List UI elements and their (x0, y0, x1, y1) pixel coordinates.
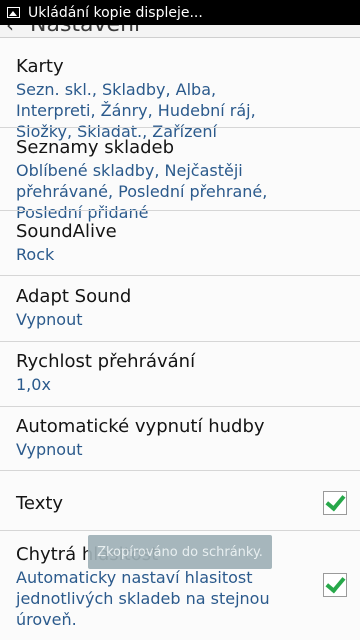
divider (0, 341, 360, 342)
setting-title: SoundAlive (16, 221, 117, 242)
back-arrow-icon[interactable]: ‹ (6, 25, 14, 37)
setting-title: Rychlost přehrávání (16, 351, 196, 372)
setting-value: 1,0x (16, 375, 51, 394)
page-title[interactable]: Nastavení (30, 25, 140, 37)
setting-title: Automatické vypnutí hudby (16, 416, 265, 437)
setting-value: Vypnout (16, 440, 83, 459)
toast-message: Zkopírováno do schránky. (88, 535, 272, 569)
smart-volume-checkbox[interactable] (323, 573, 347, 597)
setting-title: Adapt Sound (16, 286, 132, 307)
divider (0, 470, 360, 471)
setting-value: Sezn. skl., Skladby, Alba, Interpreti, Ž… (16, 80, 256, 141)
setting-playback-speed[interactable]: Rychlost přehrávání 1,0x (0, 350, 360, 395)
setting-adapt-sound[interactable]: Adapt Sound Vypnout (0, 285, 360, 330)
setting-title: Texty (16, 493, 64, 514)
setting-title: Karty (16, 56, 64, 77)
divider (0, 127, 360, 128)
setting-value: Oblíbené skladby, Nejčastěji přehrávané,… (16, 161, 268, 222)
screenshot-icon (7, 7, 20, 18)
setting-value: Automaticky nastaví hlasitost jednotlivý… (16, 568, 270, 629)
divider (0, 530, 360, 531)
lyrics-checkbox[interactable] (323, 491, 347, 515)
setting-lyrics[interactable]: Texty (0, 492, 360, 516)
status-bar: Ukládání kopie displeje... (0, 0, 360, 25)
setting-tabs[interactable]: Karty Sezn. skl., Skladby, Alba, Interpr… (0, 55, 360, 142)
action-bar: ‹ Nastavení (0, 25, 360, 38)
divider (0, 210, 360, 211)
setting-value: Vypnout (16, 310, 83, 329)
divider (0, 275, 360, 276)
status-notification-text: Ukládání kopie displeje... (28, 4, 203, 21)
setting-title: Seznamy skladeb (16, 137, 175, 158)
setting-soundalive[interactable]: SoundAlive Rock (0, 220, 360, 265)
divider (0, 406, 360, 407)
setting-value: Rock (16, 245, 55, 264)
setting-auto-off[interactable]: Automatické vypnutí hudby Vypnout (0, 415, 360, 460)
